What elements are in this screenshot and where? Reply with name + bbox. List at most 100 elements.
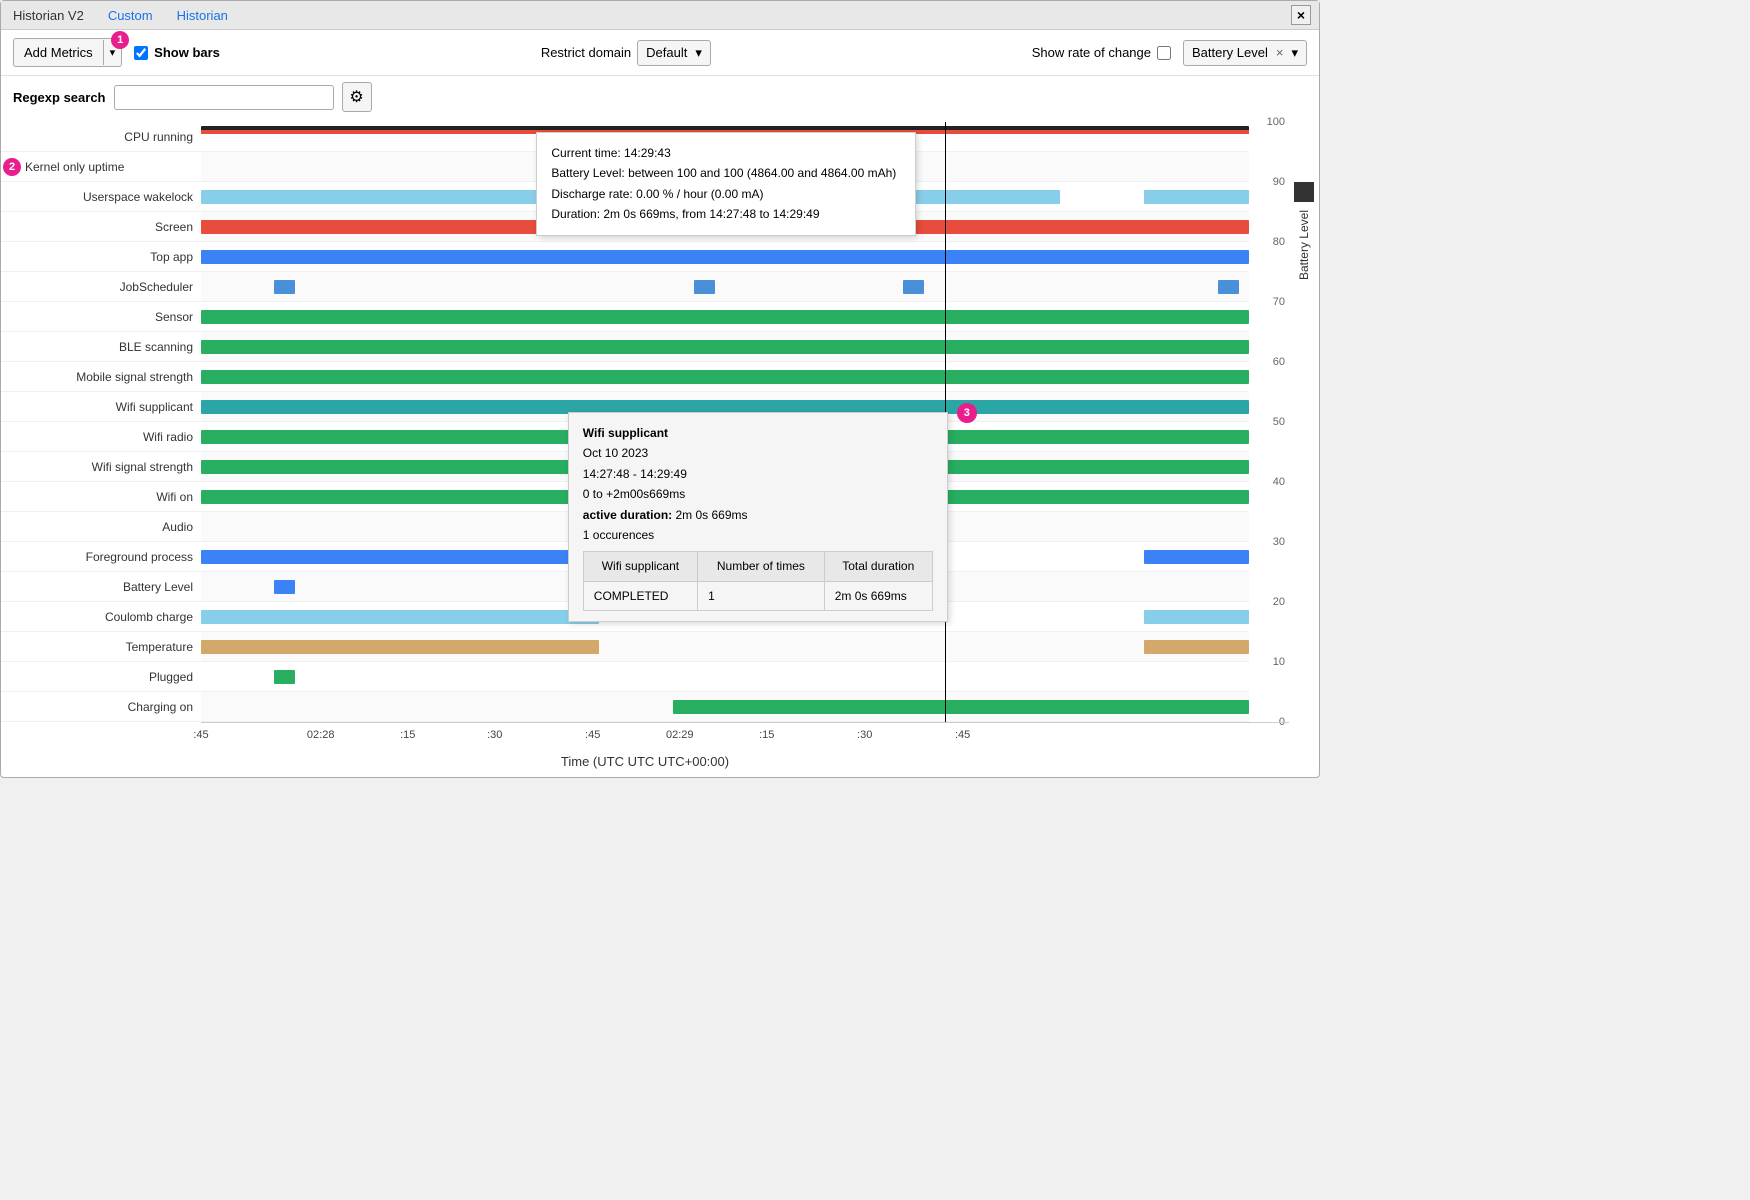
chart-container: CPU running2Kernel only uptimeUserspace … bbox=[1, 122, 1319, 777]
y-label-60: 60 bbox=[1273, 356, 1285, 368]
tab-historian[interactable]: Historian bbox=[173, 6, 232, 25]
search-bar: Regexp search ⚙ bbox=[1, 76, 1319, 122]
tooltip-occurrences: 1 occurences bbox=[583, 525, 933, 545]
top-tooltip: Current time: 14:29:43 Battery Level: be… bbox=[536, 132, 916, 236]
y-label-10: 10 bbox=[1273, 656, 1285, 668]
row-label-charging-on: Charging on bbox=[1, 692, 201, 722]
bar-16-0 bbox=[201, 610, 599, 624]
chart-row-18[interactable] bbox=[201, 662, 1249, 692]
add-metrics-button[interactable]: Add Metrics ▾ 1 bbox=[13, 38, 122, 67]
tooltip-time: Current time: 14:29:43 bbox=[551, 143, 901, 163]
y-label-90: 90 bbox=[1273, 176, 1285, 188]
row-label-top-app: Top app bbox=[1, 242, 201, 272]
row-label-foreground-process: Foreground process bbox=[1, 542, 201, 572]
row-label-jobscheduler: JobScheduler bbox=[1, 272, 201, 302]
battery-icon bbox=[1294, 182, 1314, 202]
table-header-col2: Number of times bbox=[698, 552, 825, 581]
search-input[interactable] bbox=[114, 85, 334, 110]
row-label-audio: Audio bbox=[1, 512, 201, 542]
chart-row-7[interactable] bbox=[201, 332, 1249, 362]
y-label-40: 40 bbox=[1273, 476, 1285, 488]
main-chart: CPU running2Kernel only uptimeUserspace … bbox=[1, 122, 1289, 777]
time-label-2: :15 bbox=[400, 729, 415, 741]
row-label-cpu-running: CPU running bbox=[1, 122, 201, 152]
battery-level-close-icon[interactable]: × bbox=[1276, 45, 1284, 60]
show-rate-checkbox[interactable] bbox=[1157, 46, 1171, 60]
tab-custom[interactable]: Custom bbox=[104, 6, 157, 25]
row-label-screen: Screen bbox=[1, 212, 201, 242]
chart-rows-container: CPU running2Kernel only uptimeUserspace … bbox=[1, 122, 1289, 722]
bar-17-0 bbox=[201, 640, 599, 654]
bar-19-0 bbox=[673, 700, 1249, 714]
chart-row-17[interactable] bbox=[201, 632, 1249, 662]
row-label-sensor: Sensor bbox=[1, 302, 201, 332]
tooltip-discharge: Discharge rate: 0.00 % / hour (0.00 mA) bbox=[551, 184, 901, 204]
bar-14-0 bbox=[201, 550, 599, 564]
chart-content: Current time: 14:29:43 Battery Level: be… bbox=[201, 122, 1249, 722]
battery-level-label: Battery Level bbox=[1192, 45, 1268, 60]
show-bars-group: Show bars bbox=[134, 45, 220, 60]
row-labels: CPU running2Kernel only uptimeUserspace … bbox=[1, 122, 201, 722]
row-label-mobile-signal-strength: Mobile signal strength bbox=[1, 362, 201, 392]
time-label-8: :45 bbox=[955, 729, 970, 741]
app-window: Historian V2 Custom Historian × Add Metr… bbox=[0, 0, 1320, 778]
bar-5-2 bbox=[903, 280, 924, 294]
row-label-battery-level: Battery Level bbox=[1, 572, 201, 602]
tooltip-active-label: active duration: bbox=[583, 508, 672, 522]
toolbar: Add Metrics ▾ 1 Show bars Restrict domai… bbox=[1, 30, 1319, 76]
gear-button[interactable]: ⚙ bbox=[342, 82, 372, 112]
add-metrics-badge: 1 bbox=[111, 31, 129, 49]
chart-row-4[interactable] bbox=[201, 242, 1249, 272]
battery-sidebar: Battery Level bbox=[1289, 122, 1319, 777]
restrict-domain-group: Restrict domain Default ▾ bbox=[541, 40, 711, 66]
row-label-kernel-only-uptime: 2Kernel only uptime bbox=[1, 152, 201, 182]
restrict-domain-value: Default bbox=[646, 45, 687, 60]
y-label-50: 50 bbox=[1273, 416, 1285, 428]
time-label-4: :45 bbox=[585, 729, 600, 741]
chart-row-19[interactable] bbox=[201, 692, 1249, 722]
row-label-ble-scanning: BLE scanning bbox=[1, 332, 201, 362]
restrict-domain-arrow-icon: ▾ bbox=[695, 45, 702, 61]
row-label-wifi-signal-strength: Wifi signal strength bbox=[1, 452, 201, 482]
tooltip-active-duration: active duration: 2m 0s 669ms bbox=[583, 505, 933, 525]
tab-historian-v2[interactable]: Historian V2 bbox=[9, 6, 88, 25]
bar-18-0 bbox=[274, 670, 295, 684]
table-header-col3: Total duration bbox=[824, 552, 932, 581]
title-bar: Historian V2 Custom Historian × bbox=[1, 1, 1319, 30]
show-bars-checkbox[interactable] bbox=[134, 46, 148, 60]
close-button[interactable]: × bbox=[1291, 5, 1311, 25]
chart-row-5[interactable] bbox=[201, 272, 1249, 302]
time-axis: :4502:28:15:30:4502:29:15:30:45 bbox=[201, 722, 1289, 750]
bar-2-1 bbox=[1144, 190, 1249, 204]
table-cell-status: COMPLETED bbox=[583, 581, 697, 610]
restrict-domain-label: Restrict domain bbox=[541, 45, 631, 60]
tooltip-badge-3: 3 bbox=[957, 403, 977, 423]
row-label-wifi-radio: Wifi radio bbox=[1, 422, 201, 452]
battery-level-arrow-icon[interactable]: ▾ bbox=[1291, 45, 1298, 61]
y-label-20: 20 bbox=[1273, 596, 1285, 608]
tooltip-offset: 0 to +2m00s669ms bbox=[583, 484, 933, 504]
bar-8-0 bbox=[201, 370, 1249, 384]
row-label-userspace-wakelock: Userspace wakelock bbox=[1, 182, 201, 212]
tooltip-date: Oct 10 2023 bbox=[583, 443, 933, 463]
battery-level-tag[interactable]: Battery Level × ▾ bbox=[1183, 40, 1307, 66]
bar-16-1 bbox=[1144, 610, 1249, 624]
y-label-30: 30 bbox=[1273, 536, 1285, 548]
y-label-100: 100 bbox=[1267, 116, 1285, 128]
time-label-1: 02:28 bbox=[307, 729, 335, 741]
row-label-plugged: Plugged bbox=[1, 662, 201, 692]
bar-6-0 bbox=[201, 310, 1249, 324]
gear-icon: ⚙ bbox=[349, 87, 363, 107]
bar-7-0 bbox=[201, 340, 1249, 354]
restrict-domain-select[interactable]: Default ▾ bbox=[637, 40, 711, 66]
time-label-6: :15 bbox=[759, 729, 774, 741]
chart-row-8[interactable] bbox=[201, 362, 1249, 392]
bar-5-3 bbox=[1218, 280, 1239, 294]
chart-row-6[interactable] bbox=[201, 302, 1249, 332]
show-rate-label: Show rate of change bbox=[1032, 45, 1151, 60]
bar-5-1 bbox=[694, 280, 715, 294]
time-label-5: 02:29 bbox=[666, 729, 694, 741]
show-bars-label: Show bars bbox=[154, 45, 220, 60]
y-axis: 1009080706050403020100 bbox=[1249, 122, 1289, 722]
search-label: Regexp search bbox=[13, 90, 106, 105]
